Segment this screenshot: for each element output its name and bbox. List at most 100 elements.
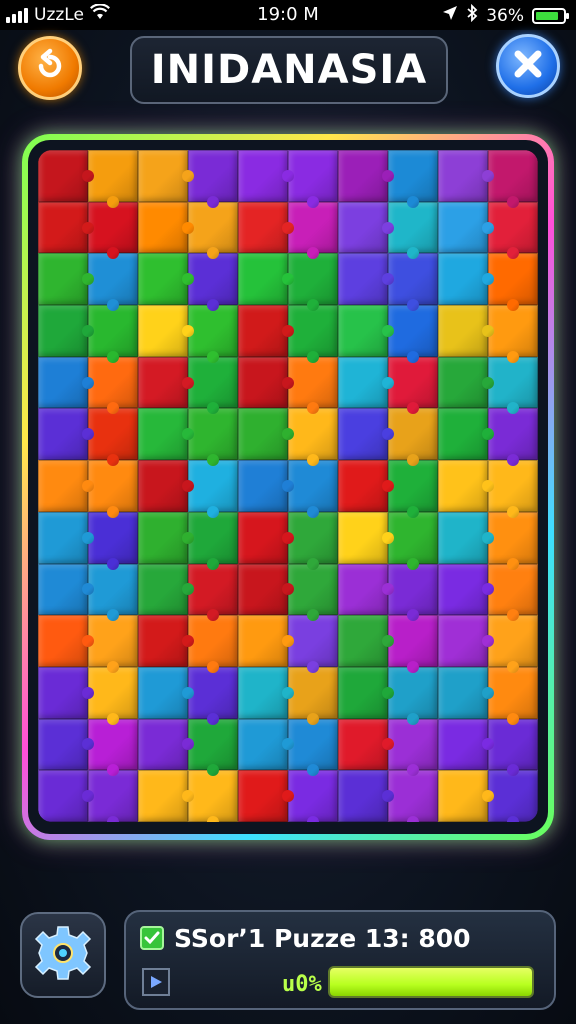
puzzle-piece[interactable] — [238, 666, 294, 719]
puzzle-piece[interactable] — [288, 615, 338, 673]
puzzle-piece[interactable] — [388, 666, 438, 725]
puzzle-piece[interactable] — [138, 305, 194, 357]
puzzle-piece[interactable] — [88, 201, 138, 260]
puzzle-piece[interactable] — [188, 150, 238, 208]
puzzle-piece[interactable] — [288, 770, 338, 822]
puzzle-piece[interactable] — [288, 408, 338, 466]
puzzle-piece[interactable] — [188, 201, 238, 260]
puzzle-piece[interactable] — [338, 718, 394, 771]
puzzle-piece[interactable] — [388, 150, 438, 208]
puzzle-piece[interactable] — [188, 408, 238, 466]
puzzle-piece[interactable] — [338, 356, 394, 409]
puzzle-piece[interactable] — [88, 718, 138, 776]
puzzle-piece[interactable] — [238, 615, 294, 667]
puzzle-piece[interactable] — [438, 305, 494, 357]
puzzle-piece[interactable] — [288, 305, 338, 363]
puzzle-piece[interactable] — [188, 563, 238, 621]
puzzle-piece[interactable] — [338, 770, 394, 822]
puzzle-piece[interactable] — [38, 408, 94, 461]
puzzle-piece[interactable] — [388, 718, 438, 776]
puzzle-piece[interactable] — [488, 150, 538, 208]
puzzle-piece[interactable] — [388, 460, 438, 518]
puzzle-piece[interactable] — [488, 408, 538, 466]
puzzle-piece[interactable] — [388, 253, 438, 311]
puzzle-piece[interactable] — [88, 253, 138, 311]
puzzle-piece[interactable] — [88, 563, 138, 621]
puzzle-piece[interactable] — [488, 201, 538, 260]
puzzle-piece[interactable] — [38, 615, 94, 667]
puzzle-piece[interactable] — [238, 408, 294, 461]
puzzle-piece[interactable] — [488, 563, 538, 621]
puzzle-piece[interactable] — [438, 201, 494, 254]
puzzle-piece[interactable] — [488, 356, 538, 415]
puzzle-piece[interactable] — [288, 201, 338, 260]
puzzle-piece[interactable] — [288, 563, 338, 621]
puzzle-piece[interactable] — [488, 305, 538, 363]
puzzle-piece[interactable] — [88, 460, 138, 518]
puzzle-piece[interactable] — [238, 356, 294, 409]
puzzle-piece[interactable] — [438, 718, 494, 771]
puzzle-piece[interactable] — [338, 150, 394, 202]
puzzle-piece[interactable] — [38, 666, 94, 719]
puzzle-piece[interactable] — [188, 770, 238, 822]
puzzle-piece[interactable] — [388, 615, 438, 673]
puzzle-piece[interactable] — [88, 511, 138, 570]
puzzle-piece[interactable] — [138, 408, 194, 461]
puzzle-piece[interactable] — [288, 511, 338, 570]
puzzle-piece[interactable] — [188, 356, 238, 415]
puzzle-piece[interactable] — [238, 563, 294, 616]
puzzle-piece[interactable] — [338, 563, 394, 616]
puzzle-piece[interactable] — [488, 615, 538, 673]
puzzle-piece[interactable] — [288, 150, 338, 208]
puzzle-piece[interactable] — [388, 356, 438, 415]
puzzle-piece[interactable] — [438, 511, 494, 564]
puzzle-piece[interactable] — [188, 615, 238, 673]
puzzle-piece[interactable] — [138, 150, 194, 202]
puzzle-piece[interactable] — [188, 253, 238, 311]
puzzle-piece[interactable] — [338, 253, 394, 306]
puzzle-piece[interactable] — [138, 201, 194, 254]
puzzle-piece[interactable] — [238, 253, 294, 306]
puzzle-piece[interactable] — [338, 511, 394, 564]
puzzle-piece[interactable] — [38, 770, 94, 822]
puzzle-piece[interactable] — [438, 150, 494, 202]
puzzle-piece[interactable] — [138, 460, 194, 512]
puzzle-piece[interactable] — [438, 615, 494, 667]
puzzle-piece[interactable] — [188, 511, 238, 570]
puzzle-piece[interactable] — [388, 305, 438, 363]
puzzle-piece[interactable] — [488, 718, 538, 776]
puzzle-piece[interactable] — [138, 770, 194, 822]
puzzle-piece[interactable] — [488, 253, 538, 311]
puzzle-piece[interactable] — [38, 356, 94, 409]
puzzle-piece[interactable] — [238, 305, 294, 357]
settings-button[interactable] — [20, 912, 106, 998]
puzzle-piece[interactable] — [338, 666, 394, 719]
puzzle-piece[interactable] — [338, 460, 394, 512]
puzzle-piece[interactable] — [38, 150, 94, 202]
puzzle-piece[interactable] — [88, 150, 138, 208]
play-icon[interactable] — [142, 968, 170, 996]
puzzle-piece[interactable] — [388, 511, 438, 570]
puzzle-piece[interactable] — [38, 305, 94, 357]
puzzle-piece[interactable] — [38, 460, 94, 512]
puzzle-board[interactable] — [38, 150, 538, 822]
back-button[interactable] — [18, 36, 82, 100]
puzzle-piece[interactable] — [288, 666, 338, 725]
puzzle-piece[interactable] — [288, 460, 338, 518]
puzzle-piece[interactable] — [38, 718, 94, 771]
puzzle-piece[interactable] — [188, 305, 238, 363]
close-button[interactable] — [496, 34, 560, 98]
puzzle-piece[interactable] — [288, 356, 338, 415]
puzzle-piece[interactable] — [138, 718, 194, 771]
puzzle-piece[interactable] — [388, 770, 438, 822]
puzzle-piece[interactable] — [438, 563, 494, 616]
puzzle-piece[interactable] — [388, 201, 438, 260]
puzzle-piece[interactable] — [438, 356, 494, 409]
puzzle-piece[interactable] — [438, 253, 494, 306]
puzzle-piece[interactable] — [438, 408, 494, 461]
puzzle-piece[interactable] — [238, 718, 294, 771]
puzzle-piece[interactable] — [138, 615, 194, 667]
puzzle-piece[interactable] — [138, 666, 194, 719]
puzzle-piece[interactable] — [188, 666, 238, 725]
puzzle-piece[interactable] — [288, 718, 338, 776]
